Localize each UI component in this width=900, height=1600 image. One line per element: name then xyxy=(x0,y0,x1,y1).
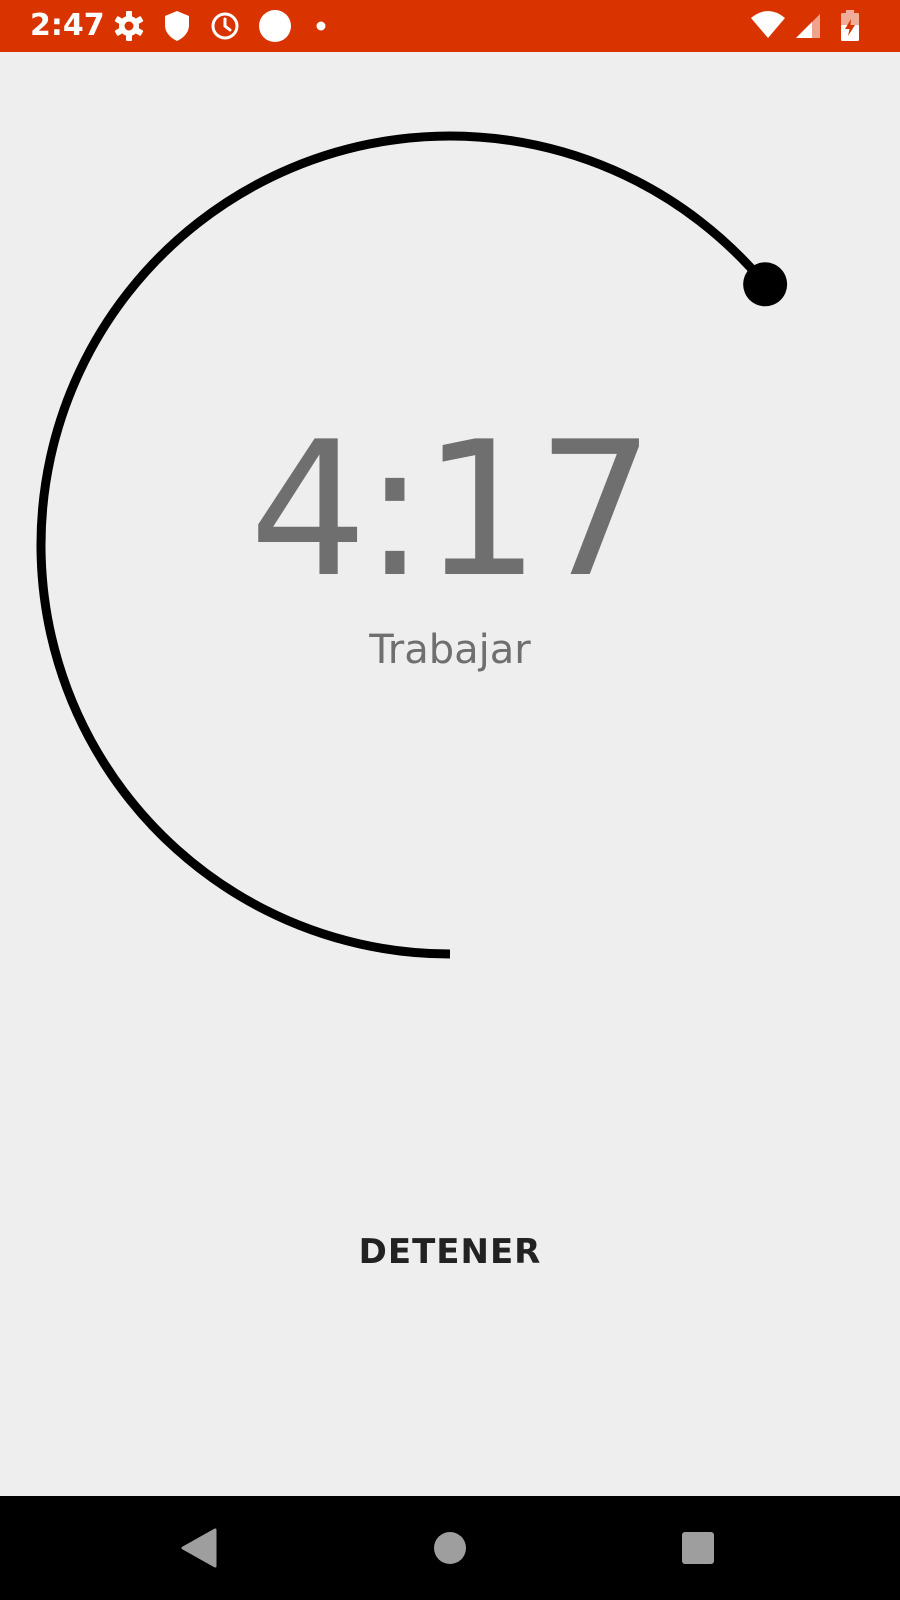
progress-knob xyxy=(743,262,788,307)
status-icons-right xyxy=(750,10,900,42)
shield-icon xyxy=(163,10,191,46)
alarm-clock-icon xyxy=(209,10,241,46)
timer-phase-label: Trabajar xyxy=(369,627,531,673)
dot-icon xyxy=(315,10,327,46)
navigation-bar xyxy=(0,1496,900,1600)
signal-icon xyxy=(794,10,822,46)
stop-button[interactable]: DETENER xyxy=(330,1222,570,1282)
recents-icon[interactable] xyxy=(670,1520,726,1576)
settings-gear-icon xyxy=(113,10,145,46)
wifi-icon xyxy=(750,10,786,46)
circle-icon xyxy=(258,10,292,48)
home-icon[interactable] xyxy=(422,1520,478,1576)
timer-time: 4:17 xyxy=(249,401,655,618)
battery-charging-icon xyxy=(840,10,860,46)
status-time: 2:47 xyxy=(30,8,105,43)
status-bar: 2:47 xyxy=(0,0,900,52)
back-icon[interactable] xyxy=(173,1520,229,1576)
